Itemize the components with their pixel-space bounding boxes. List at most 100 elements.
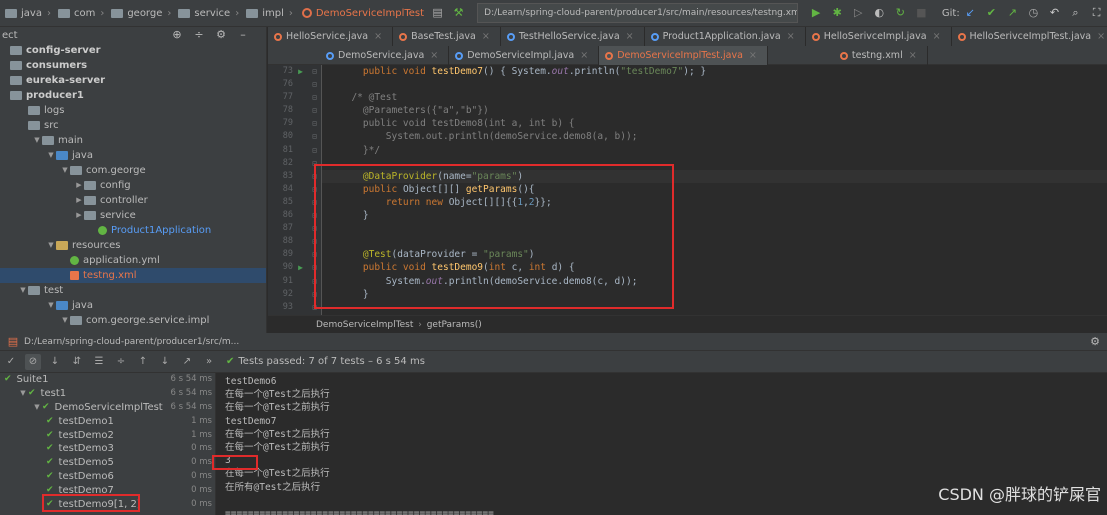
tree-item[interactable]: application.yml [0,253,266,268]
chevron-down-icon[interactable]: ▼ [32,401,42,415]
fold-marker-icon[interactable]: ⊟ [312,130,317,143]
close-icon[interactable]: × [482,27,490,46]
chevron-down-icon[interactable]: ▼ [60,313,70,328]
chevron-down-icon[interactable]: ▼ [18,387,28,401]
test-result-item[interactable]: ✔ testDemo3 0 ms [0,442,215,456]
editor-tab[interactable]: HelloSerivceImpl.java × [806,27,952,46]
rollback-icon[interactable]: ↶ [1047,5,1062,21]
nav-crumb-file[interactable]: DemoServiceImplTest [295,0,427,26]
close-icon[interactable]: × [933,27,941,46]
profile-icon[interactable]: ◐ [872,5,887,21]
test-result-item[interactable]: ▼ ✔ test1 6 s 54 ms [0,387,215,401]
test-result-item[interactable]: ✔ testDemo1 1 ms [0,415,215,429]
tree-item[interactable]: ▶ controller [0,193,266,208]
close-icon[interactable]: × [430,46,438,65]
git-commit-icon[interactable]: ✔ [984,5,999,21]
close-icon[interactable]: × [374,27,382,46]
git-update-icon[interactable]: ↙ [963,5,978,21]
test-result-item[interactable]: ▼ ✔ DemoServiceImplTest 6 s 54 ms [0,401,215,415]
git-push-icon[interactable]: ↗ [1005,5,1020,21]
run-config-path[interactable]: D:/Learn/spring-cloud-parent/producer1/s… [477,3,798,23]
sort-duration-icon[interactable]: ⇵ [69,354,85,370]
debug-icon[interactable]: ✱ [830,5,845,21]
check-filter-icon[interactable]: ✓ [3,354,19,370]
chevron-right-icon[interactable]: ▶ [74,208,84,223]
editor-tab[interactable]: TestHelloService.java × [501,27,645,46]
close-icon[interactable]: × [787,27,795,46]
editor-tab[interactable]: Product1Application.java × [645,27,806,46]
editor-tab[interactable]: DemoService.java × [320,46,450,65]
maximize-icon[interactable]: ⛶ [1089,5,1104,21]
collapse-icon[interactable]: ÷ [191,27,207,43]
editor-tab[interactable]: DemoServiceImpl.java × [449,46,600,65]
export-icon[interactable]: ↗ [179,354,195,370]
history-icon[interactable]: ◷ [1026,5,1041,21]
nav-crumb[interactable]: java [0,0,45,26]
tree-item[interactable]: ▶ config [0,178,266,193]
test-result-item[interactable]: ✔ testDemo2 1 ms [0,429,215,443]
fold-marker-icon[interactable]: ⊟ [312,104,317,117]
tree-item[interactable]: ▼ com.george [0,163,266,178]
gear-icon[interactable]: ⚙ [213,27,229,43]
editor-tab[interactable]: HelloService.java × [268,27,394,46]
fold-marker-icon[interactable]: ⊟ [312,91,317,104]
editor-tab[interactable]: testng.xml × [834,46,928,65]
chevron-down-icon[interactable]: ▼ [32,133,42,148]
tree-item[interactable]: producer1 [0,88,266,103]
close-icon[interactable]: × [909,46,917,65]
nav-crumb[interactable]: impl [241,0,287,26]
expand-all-icon[interactable]: ☰ [91,354,107,370]
tree-item[interactable]: consumers [0,58,266,73]
hide-icon[interactable]: – [235,27,251,43]
nav-crumb[interactable]: george [106,0,165,26]
sort-alpha-icon[interactable]: ↓ [47,354,63,370]
test-result-item[interactable]: ✔ testDemo6 0 ms [0,470,215,484]
chevron-down-icon[interactable]: ▼ [46,238,56,253]
stop-icon[interactable]: ■ [914,5,929,21]
tree-item[interactable]: ▶ service [0,208,266,223]
tree-item[interactable]: ▼ test [0,283,266,298]
chevron-down-icon[interactable]: ▼ [46,148,56,163]
fold-marker-icon[interactable]: ⊟ [312,78,317,91]
fold-marker-icon[interactable]: ⊟ [312,117,317,130]
tree-item[interactable]: ▼ resources [0,238,266,253]
close-icon[interactable]: × [749,46,757,65]
nav-crumb[interactable]: com [53,0,98,26]
gear-icon[interactable]: ⚙ [1087,334,1103,350]
fold-marker-icon[interactable]: ⊟ [312,65,317,78]
tree-item[interactable]: config-server [0,43,266,58]
collapse-all-icon[interactable]: ÷ [113,354,129,370]
run-icon[interactable]: ▶ [809,5,824,21]
editor-tab[interactable]: HelloSerivceImplTest.java × [952,27,1107,46]
chevron-down-icon[interactable]: ▼ [60,163,70,178]
nav-crumb[interactable]: service [173,0,233,26]
chevron-right-icon[interactable]: ▶ [74,178,84,193]
chevron-down-icon[interactable]: ▼ [18,283,28,298]
test-result-item[interactable]: ✔ testDemo5 0 ms [0,456,215,470]
structure-icon[interactable]: ▤ [430,5,445,21]
build-hammer-icon[interactable]: ⚒ [451,5,466,21]
editor-tab[interactable]: BaseTest.java × [393,27,501,46]
test-result-item[interactable]: ✔ Suite1 6 s 54 ms [0,373,215,387]
coverage-icon[interactable]: ▷ [851,5,866,21]
run-config-title[interactable]: D:/Learn/spring-cloud-parent/producer1/s… [24,337,239,347]
tree-item[interactable]: src [0,118,266,133]
stop-filter-icon[interactable]: ⊘ [25,353,41,370]
breadcrumb-method[interactable]: getParams() [427,320,482,330]
tree-item[interactable]: ▼ java [0,148,266,163]
editor-tab[interactable]: DemoServiceImplTest.java × [599,46,768,65]
tree-item[interactable]: eureka-server [0,73,266,88]
close-icon[interactable]: × [1097,27,1105,46]
tree-item[interactable]: testng.xml [0,268,266,283]
chevron-down-icon[interactable]: ▼ [46,298,56,313]
tree-item[interactable]: Product1Application [0,223,266,238]
search-icon[interactable]: ⌕ [1068,5,1083,21]
run-gutter-icon[interactable]: ▶ [298,65,303,78]
close-icon[interactable]: × [580,46,588,65]
tree-item[interactable]: ▼ main [0,133,266,148]
more-icon[interactable]: » [201,354,217,370]
run-gutter-icon[interactable]: ▶ [298,261,303,274]
fold-marker-icon[interactable]: ⊟ [312,144,317,157]
target-icon[interactable]: ⊕ [169,27,185,43]
tree-item[interactable]: ▼ com.george.service.impl [0,313,266,328]
